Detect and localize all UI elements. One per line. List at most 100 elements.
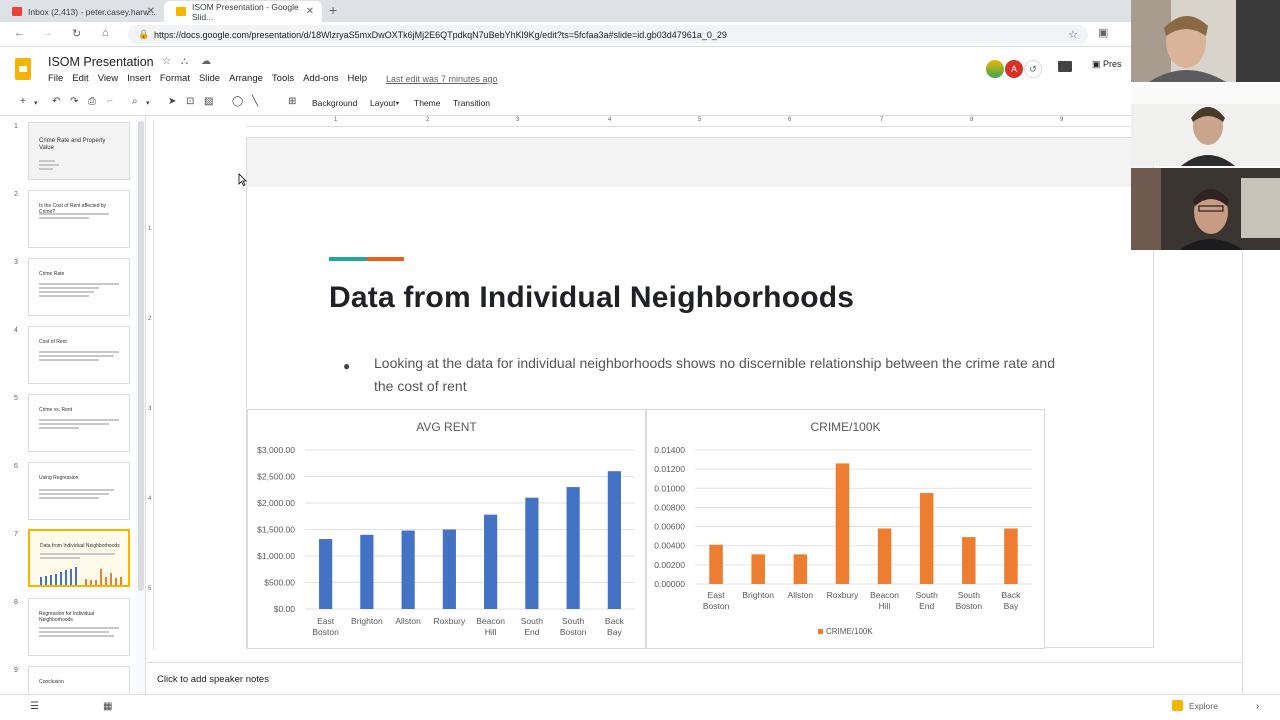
slide-thumbnail[interactable]: Is the Cost of Rent affected by Crime? — [28, 190, 130, 248]
slide-thumbnail-selected[interactable]: Data from Individual Neighborhoods — [28, 529, 130, 587]
menu-help[interactable]: Help — [347, 73, 367, 84]
tab-gmail[interactable]: Inbox (2,413) - peter.casey.harw... ✕ — [0, 1, 163, 22]
layout-button[interactable]: Layout — [370, 98, 396, 108]
x-tick-label: South — [562, 616, 584, 626]
filmstrip-view-icon[interactable]: ☰ — [30, 701, 39, 712]
bar — [566, 487, 580, 609]
video-tile — [1131, 0, 1280, 82]
x-tick-label: Hill — [879, 601, 891, 611]
slide-thumbnail[interactable]: Conclusion — [28, 666, 130, 694]
slide-thumbnail[interactable]: Using Regression — [28, 462, 130, 520]
forward-icon[interactable]: → — [42, 27, 53, 39]
speaker-notes-placeholder: Click to add speaker notes — [157, 674, 269, 685]
close-icon[interactable]: ✕ — [147, 6, 155, 17]
ruler-tick: 1 — [148, 226, 152, 232]
slide-thumbnail[interactable]: Regression for Individual Neighborhoods — [28, 598, 130, 656]
reload-icon[interactable]: ↻ — [72, 27, 81, 40]
thumbnail-title: Crime Rate — [39, 271, 65, 277]
document-title[interactable]: ISOM Presentation — [48, 55, 154, 69]
x-tick-label: Boston — [703, 601, 730, 611]
bar — [793, 554, 808, 584]
x-tick-label: Allston — [788, 590, 814, 600]
x-tick-label: Bay — [607, 627, 622, 637]
menu-tools[interactable]: Tools — [272, 73, 294, 84]
slides-logo-icon[interactable] — [15, 58, 31, 80]
browser-tab-bar: Inbox (2,413) - peter.casey.harw... ✕ IS… — [0, 0, 1280, 22]
slide-number: 6 — [14, 463, 18, 470]
menu-slide[interactable]: Slide — [199, 73, 220, 84]
grid-view-icon[interactable]: ▦ — [103, 701, 112, 712]
shape-icon[interactable]: ◯ — [232, 96, 243, 107]
rent-chart[interactable]: AVG RENT $3,000.00 $2,500.00 $2,000.00 $1,5… — [247, 409, 646, 649]
present-button[interactable]: ▣ Pres — [1092, 59, 1122, 70]
slide-thumbnail[interactable]: Cost of Rent — [28, 326, 130, 384]
crime-chart[interactable]: CRIME/100K 0.01400 0.01200 0.01000 0.00800 0… — [646, 409, 1045, 649]
menu-edit[interactable]: Edit — [72, 73, 88, 84]
y-tick-label: 0.00600 — [654, 522, 685, 532]
undo-icon[interactable]: ↶ — [52, 96, 60, 107]
menu-addons[interactable]: Add-ons — [303, 73, 338, 84]
star-icon[interactable]: ☆ — [162, 56, 171, 67]
close-icon[interactable]: ✕ — [306, 6, 314, 17]
thumbnail-title: Data from Individual Neighborhoods — [40, 543, 120, 549]
slide-thumbnail[interactable]: Crime vs. Rent — [28, 394, 130, 452]
avatar[interactable]: A — [1005, 60, 1023, 78]
comment-icon[interactable] — [1058, 61, 1072, 72]
url-field[interactable]: 🔒 https://docs.google.com/presentation/d… — [128, 25, 1088, 44]
ruler-tick: 4 — [608, 117, 612, 123]
y-tick-label: $2,000.00 — [257, 498, 295, 508]
slide-number: 5 — [14, 395, 18, 402]
chevron-down-icon[interactable]: ▾ — [396, 100, 399, 107]
comment-add-icon[interactable]: ⊞ — [288, 96, 296, 107]
select-icon[interactable]: ➤ — [168, 96, 176, 107]
slide-title[interactable]: Data from Individual Neighborhoods — [329, 281, 854, 315]
background-button[interactable]: Background — [312, 98, 357, 108]
home-icon[interactable]: ⌂ — [102, 27, 109, 39]
speaker-notes[interactable]: Click to add speaker notes — [147, 662, 1242, 694]
lock-icon: 🔒 — [138, 29, 150, 39]
y-tick-label: 0.00200 — [654, 560, 685, 570]
chevron-right-icon[interactable]: › — [1256, 701, 1259, 712]
menu-insert[interactable]: Insert — [127, 73, 151, 84]
present-label: Pres — [1103, 59, 1122, 69]
slide-thumbnail[interactable]: Crime Rate — [28, 258, 130, 316]
transition-button[interactable]: Transition — [453, 98, 490, 108]
slide-number: 2 — [14, 191, 18, 198]
menu-file[interactable]: File — [48, 73, 63, 84]
ruler-tick: 2 — [426, 117, 430, 123]
line-icon[interactable]: ╲ — [252, 96, 258, 107]
bar — [877, 528, 892, 584]
new-slide-icon[interactable]: + — [20, 96, 26, 107]
thumbnail-line — [39, 497, 99, 499]
bar — [484, 514, 498, 609]
cloud-icon: ☁ — [201, 56, 211, 67]
scrollbar-thumb[interactable] — [138, 121, 144, 591]
paint-format-icon[interactable]: ⌐ — [107, 96, 113, 107]
menu-format[interactable]: Format — [160, 73, 190, 84]
redo-icon[interactable]: ↷ — [70, 96, 78, 107]
textbox-icon[interactable]: ⊡ — [186, 96, 194, 107]
chevron-down-icon[interactable]: ▾ — [146, 99, 150, 107]
extension-icon[interactable]: ▣ — [1098, 26, 1108, 39]
menu-view[interactable]: View — [98, 73, 118, 84]
theme-button[interactable]: Theme — [414, 98, 440, 108]
avatar[interactable] — [986, 60, 1004, 78]
image-icon[interactable]: ▨ — [204, 96, 213, 107]
slide[interactable]: Data from Individual Neighborhoods ● Loo… — [246, 137, 1154, 649]
zoom-icon[interactable]: ⌕ — [132, 96, 138, 107]
chevron-down-icon[interactable]: ▾ — [34, 99, 38, 107]
new-tab-icon[interactable]: + — [329, 2, 337, 18]
x-tick-label: Brighton — [742, 590, 774, 600]
last-edit-link[interactable]: Last edit was 7 minutes ago — [386, 74, 498, 84]
slide-thumbnail[interactable]: Crime Rate and Property Value — [28, 122, 130, 180]
explore-button[interactable]: Explore — [1172, 700, 1218, 711]
menu-arrange[interactable]: Arrange — [229, 73, 263, 84]
panel-divider — [1242, 252, 1243, 694]
slide-body-text[interactable]: Looking at the data for individual neigh… — [374, 352, 1074, 398]
tab-slides[interactable]: ISOM Presentation - Google Slid... ✕ — [164, 1, 322, 22]
print-icon[interactable]: ⎙ — [88, 96, 96, 107]
bookmark-star-icon[interactable]: ☆ — [1068, 28, 1078, 41]
back-icon[interactable]: ← — [14, 27, 25, 39]
history-icon[interactable]: ↺ — [1024, 60, 1042, 78]
move-icon[interactable]: ⛬ — [181, 56, 188, 67]
